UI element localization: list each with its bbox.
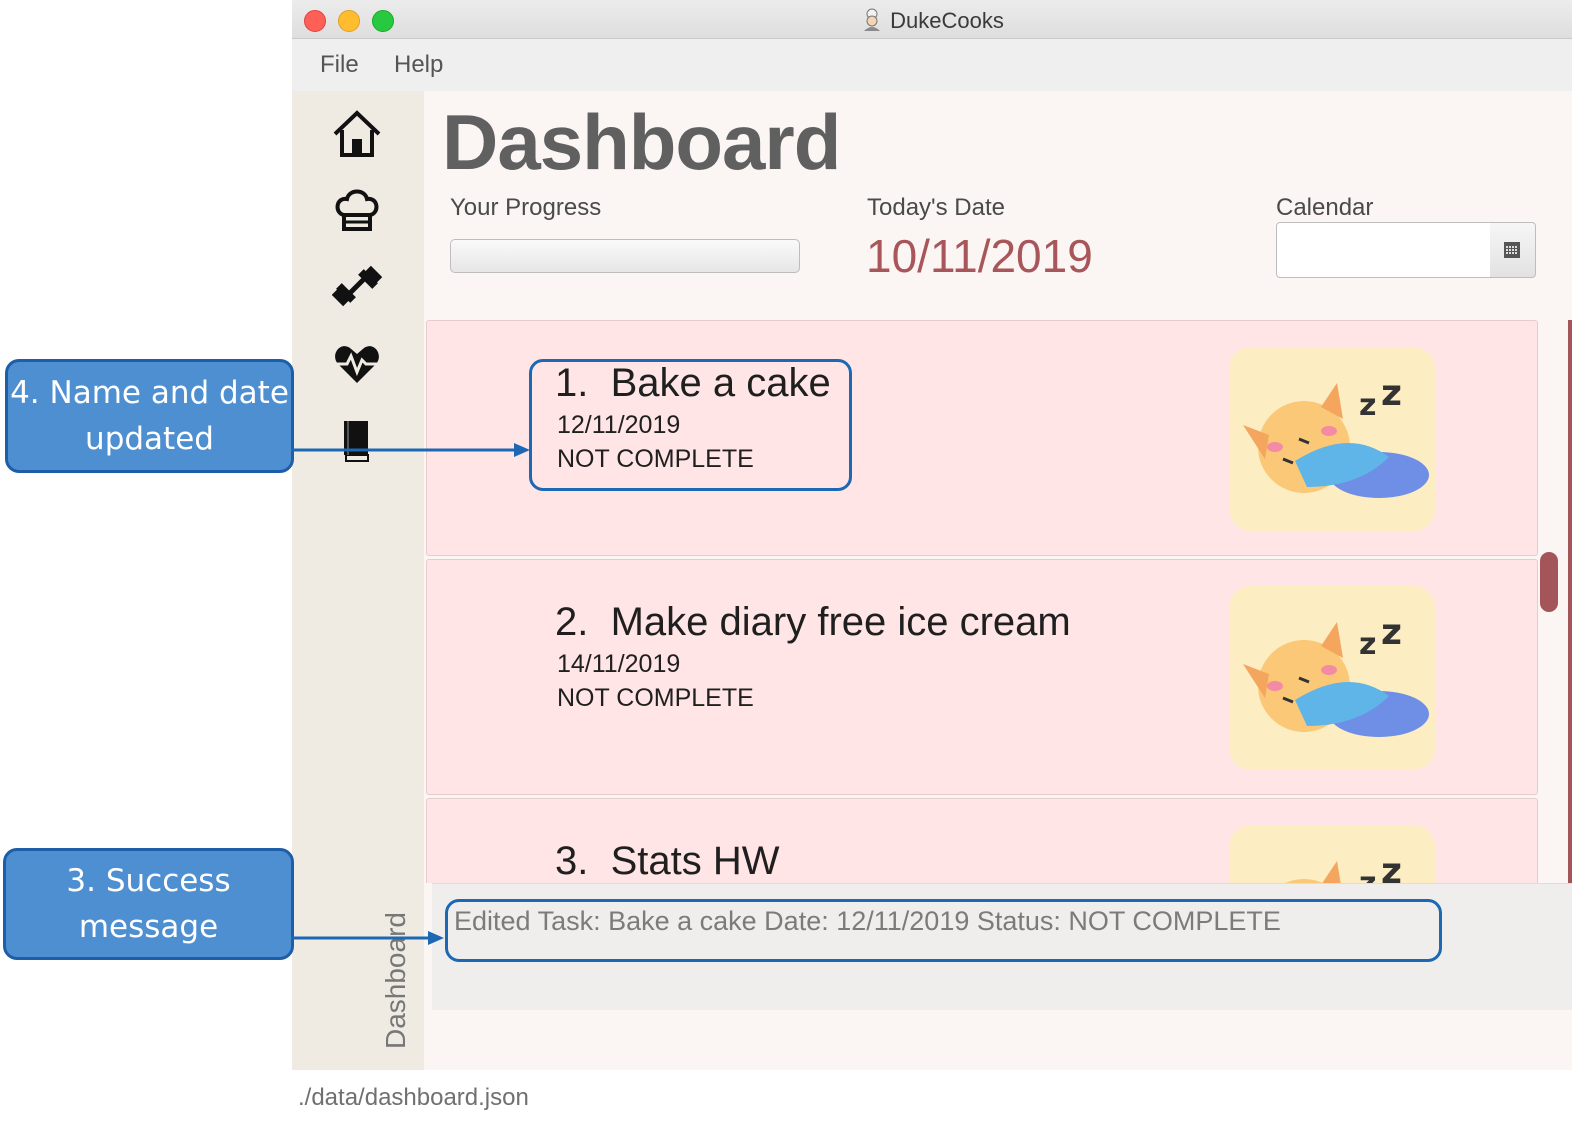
arrow-head-success	[428, 931, 444, 945]
arrow-head-name-date	[514, 443, 530, 457]
annotation-arrows	[291, 443, 530, 945]
